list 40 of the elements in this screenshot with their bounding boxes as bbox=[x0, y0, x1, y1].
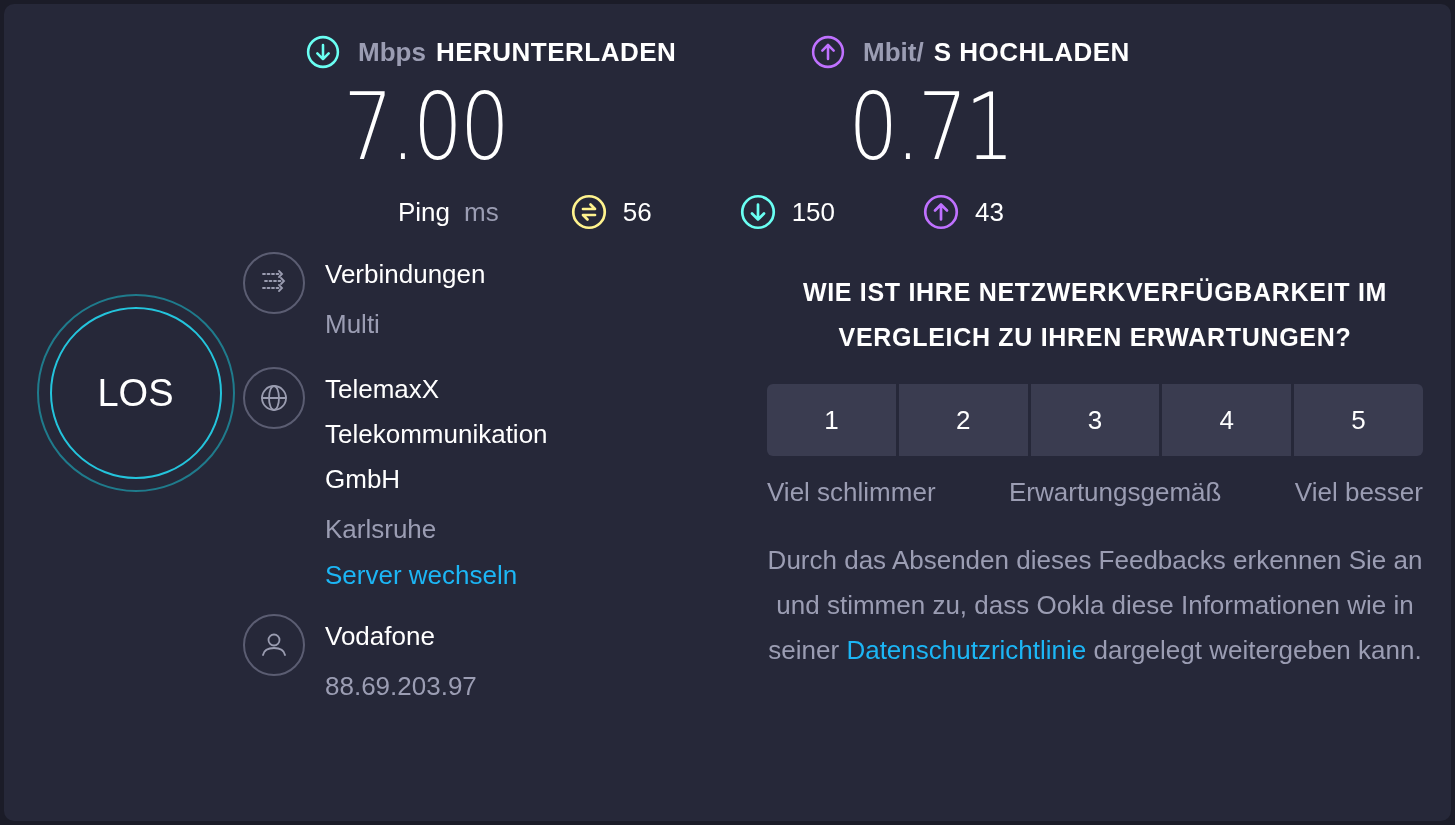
rating-option[interactable]: 4 bbox=[1162, 384, 1292, 456]
unit-label: Mbps bbox=[358, 36, 426, 68]
info-title: Verbindungen bbox=[325, 258, 486, 291]
arrow-up-icon bbox=[811, 35, 845, 69]
speed-value: 7.00 bbox=[342, 73, 509, 183]
latency-value: 43 bbox=[975, 196, 1004, 228]
feedback-question: WIE IST IHRE NETZWERKVERFÜGBARKEIT IM VERGLEICH ZU IHREN ERWARTUNGEN? bbox=[801, 277, 1389, 353]
rating-option[interactable]: 1 bbox=[767, 384, 896, 456]
info-title: Telekommunikation bbox=[325, 418, 548, 451]
change-server-link[interactable]: Server wechseln bbox=[325, 554, 548, 596]
scale-label: Erwartungsgemäß bbox=[1009, 476, 1222, 509]
scale-label: Viel besser bbox=[1294, 476, 1423, 509]
privacy-policy-link[interactable]: Datenschutzrichtlinie bbox=[846, 635, 1087, 665]
info-detail: 88.69.203.97 bbox=[325, 670, 477, 703]
globe-icon bbox=[243, 367, 305, 429]
arrow-up-icon bbox=[923, 194, 960, 230]
latency-value: 56 bbox=[622, 196, 652, 228]
ping-unit: ms bbox=[464, 196, 499, 228]
latency-value: 150 bbox=[791, 196, 836, 228]
info-detail: Karlsruhe bbox=[325, 513, 438, 546]
ping-label: Ping bbox=[398, 196, 451, 228]
dotted-arrows-icon bbox=[243, 252, 305, 314]
unit-label: Mbit/ bbox=[863, 36, 924, 68]
speed-label: HERUNTERLADEN bbox=[435, 36, 677, 68]
go-button[interactable]: LOS bbox=[36, 294, 235, 492]
rating-option[interactable]: 5 bbox=[1294, 384, 1423, 456]
info-title: Vodafone bbox=[325, 620, 436, 653]
person-icon bbox=[243, 614, 305, 676]
disclaimer-text: Durch das Absenden dieses Feedbacks erkennen Sie an und stimmen zu, dass Ookla diese Informationen wie in seiner Datenschutzrichtlinie dargelegt weitergeben kann. bbox=[767, 544, 1423, 667]
rating-option[interactable]: 3 bbox=[1030, 384, 1160, 456]
exchange-icon bbox=[570, 194, 607, 230]
arrow-down-icon bbox=[306, 35, 340, 69]
speed-value: 0.71 bbox=[847, 73, 1014, 183]
speed-label: S HOCHLADEN bbox=[933, 36, 1130, 68]
scale-label: Viel schlimmer bbox=[767, 476, 936, 509]
info-title: GmbH bbox=[325, 463, 402, 496]
info-detail: Multi bbox=[325, 308, 381, 341]
arrow-down-icon bbox=[739, 194, 776, 230]
rating-option[interactable]: 2 bbox=[898, 384, 1028, 456]
info-title: TelemaxX bbox=[325, 373, 441, 406]
